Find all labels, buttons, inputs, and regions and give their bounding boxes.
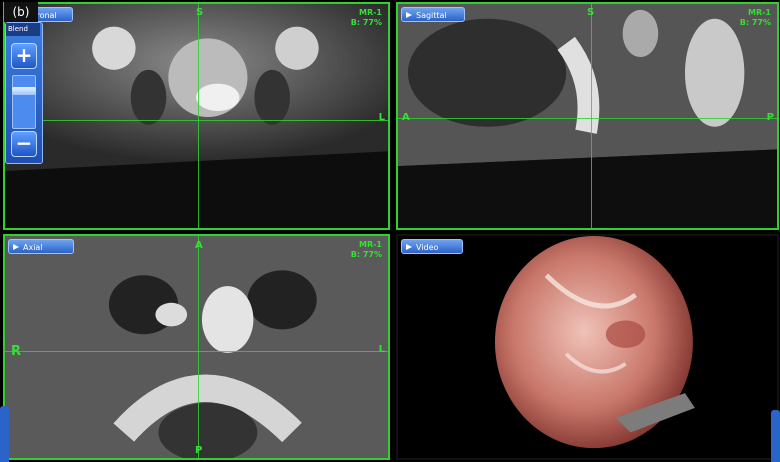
zoom-slider-thumb[interactable] xyxy=(12,87,36,95)
sagittal-mri-image xyxy=(398,4,777,228)
blend-select[interactable]: Blend xyxy=(6,23,40,36)
zoom-panel: Blend + − xyxy=(5,22,43,164)
orientation-posterior: P xyxy=(195,445,203,456)
axial-mri-image xyxy=(5,236,388,458)
zoom-out-button[interactable]: − xyxy=(11,131,37,157)
series-info: MR-1 B: 77% xyxy=(350,8,382,27)
left-side-tab[interactable] xyxy=(0,406,9,462)
orientation-anterior: A xyxy=(402,112,410,123)
play-icon xyxy=(406,244,412,250)
play-icon xyxy=(406,12,412,18)
play-icon xyxy=(13,244,19,250)
figure-label: (b) xyxy=(4,2,38,22)
axial-view[interactable]: Axial A R L P MR-1 B: 77% xyxy=(3,234,390,460)
orientation-anterior: A xyxy=(195,240,203,251)
zoom-slider[interactable] xyxy=(12,75,36,129)
tab-axial[interactable]: Axial xyxy=(8,239,74,254)
coronal-mri-image xyxy=(5,4,388,228)
tab-video[interactable]: Video xyxy=(401,239,463,254)
video-view[interactable]: Video xyxy=(396,234,779,460)
tab-sagittal[interactable]: Sagittal xyxy=(401,7,465,22)
right-side-tab[interactable] xyxy=(771,410,780,462)
orientation-posterior: P xyxy=(766,112,774,123)
orientation-right: R xyxy=(11,344,22,359)
series-info: MR-1 B: 77% xyxy=(739,8,771,27)
orientation-superior: S xyxy=(196,7,204,18)
zoom-in-button[interactable]: + xyxy=(11,43,37,69)
orientation-superior: S xyxy=(587,7,595,18)
coronal-view[interactable]: Coronal S L MR-1 B: 77% xyxy=(3,2,390,230)
endoscope-video-frame xyxy=(398,236,777,458)
orientation-left: L xyxy=(378,112,385,123)
sagittal-view[interactable]: Sagittal S A P MR-1 B: 77% xyxy=(396,2,779,230)
series-info: MR-1 B: 77% xyxy=(350,240,382,259)
orientation-left: L xyxy=(378,344,385,355)
